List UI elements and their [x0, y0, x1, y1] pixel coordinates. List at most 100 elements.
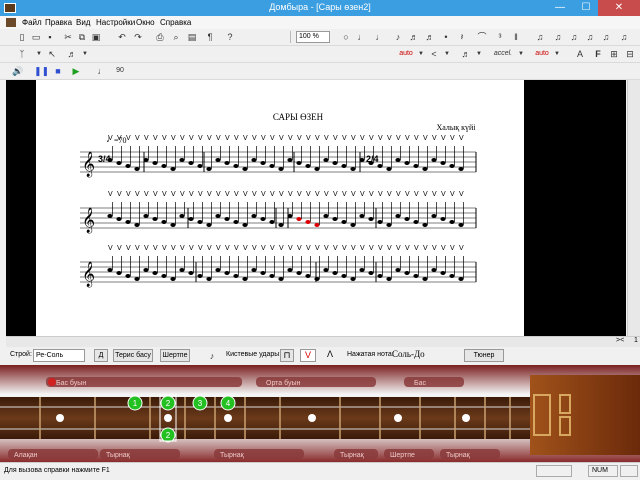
stroke-mark-icon: V — [144, 245, 149, 252]
score-page: САРЫ ӨЗЕН Халық күйі ♩ =70 𝄞 V V V V V V V V V V V V… — [36, 80, 524, 336]
open-icon[interactable]: ▭ — [30, 31, 42, 43]
stroke-up-icon[interactable]: V — [300, 349, 316, 362]
grid-icon[interactable]: ⊞ — [608, 48, 620, 60]
hairpin-icon[interactable]: < — [428, 48, 440, 60]
accel-button[interactable]: accel. — [490, 48, 516, 60]
paste-icon[interactable]: ▣ — [90, 31, 102, 43]
eighth-note-icon[interactable]: ♪ — [392, 31, 404, 43]
staff-icon[interactable]: ♬ — [66, 48, 78, 60]
arrow-icon[interactable]: ↖ — [46, 48, 58, 60]
stroke-mark-icon: V — [279, 245, 284, 252]
zoom-select[interactable]: 100 % — [296, 31, 330, 43]
note-head — [143, 158, 149, 162]
note-head — [404, 217, 410, 221]
whole-note-icon[interactable]: ○ — [340, 31, 352, 43]
chevron-down-icon[interactable]: ▼ — [36, 48, 42, 60]
pause-playback-icon[interactable]: ❚❚ — [34, 65, 49, 77]
help-icon[interactable]: ? — [224, 31, 236, 43]
dot-icon[interactable]: • — [440, 31, 452, 43]
stroke-mark-icon: V — [261, 245, 266, 252]
stroke-mark-icon: V — [369, 135, 374, 142]
print-preview-icon[interactable]: ⌕ — [170, 31, 182, 43]
instrument-controls: Строй: Ре-Соль Д Терис басу Шертпе ♪ Кис… — [0, 347, 640, 365]
menu-help[interactable]: Справка — [160, 18, 191, 27]
tremolo-icon[interactable]: ♬ — [460, 48, 472, 60]
teris-basu-button[interactable]: Терис басу — [113, 349, 153, 362]
stroke-mark-icon: V — [216, 245, 221, 252]
layout-icon[interactable]: ⊟ — [624, 48, 636, 60]
stroke-mark-icon: V — [180, 245, 185, 252]
horizontal-scrollbar[interactable]: >< 1 — [6, 336, 640, 347]
pause-icon[interactable]: ‖ — [510, 31, 522, 43]
stroke-mark-icon: V — [342, 191, 347, 198]
menu-view[interactable]: Вид — [76, 18, 90, 27]
scroll-pos: 1 — [634, 337, 638, 344]
menu-window[interactable]: Окно — [136, 18, 155, 27]
play-icon[interactable]: ▶ — [70, 65, 82, 77]
speaker-icon[interactable]: 🔊 — [12, 65, 24, 77]
stroke-region-label: Алақан — [14, 452, 38, 459]
minimize-button[interactable]: — — [547, 0, 573, 16]
rest-icon[interactable]: 𝄽 — [456, 31, 468, 43]
sixteenth-note-icon[interactable]: ♬ — [408, 31, 420, 43]
stroke-mark-icon: V — [387, 245, 392, 252]
note-style-icon[interactable]: ♫ — [568, 31, 580, 43]
d-button[interactable]: Д — [94, 349, 108, 362]
app-menu-icon[interactable] — [6, 18, 16, 27]
triplet-icon[interactable]: ³ — [494, 31, 506, 43]
note-style-icon[interactable]: ♫ — [552, 31, 564, 43]
stroke-mark-icon: V — [171, 135, 176, 142]
export-icon[interactable]: ▤ — [186, 31, 198, 43]
stroke-down-icon[interactable]: ⊓ — [280, 349, 294, 362]
chevron-down-icon[interactable]: ▼ — [418, 48, 424, 60]
half-note-icon[interactable]: ♩ — [356, 31, 368, 43]
stroke-caret-icon[interactable]: Λ — [322, 349, 338, 362]
note-head — [422, 167, 428, 171]
save-icon[interactable]: ▪ — [44, 31, 56, 43]
menu-file[interactable]: Файл — [22, 18, 42, 27]
auto-tempo-button[interactable]: auto — [532, 48, 552, 60]
cut-icon[interactable]: ✂ — [62, 31, 74, 43]
thirty-second-note-icon[interactable]: ♬ — [424, 31, 436, 43]
tempo-value[interactable]: 90 — [112, 65, 128, 77]
note-head — [332, 161, 338, 165]
tuner-button[interactable]: Тюнер — [464, 349, 504, 362]
vertical-scrollbar[interactable] — [627, 80, 640, 336]
shertpe-button[interactable]: Шертпе — [160, 349, 190, 362]
maximize-button[interactable]: ☐ — [573, 0, 599, 16]
tie-icon[interactable]: ⌒ — [476, 31, 488, 43]
tuning-select[interactable]: Ре-Соль — [33, 349, 85, 362]
forte-button[interactable]: F — [592, 48, 604, 60]
paragraph-icon[interactable]: ¶ — [204, 31, 216, 43]
menu-edit[interactable]: Правка — [45, 18, 72, 27]
copy-icon[interactable]: ⧉ — [76, 31, 88, 43]
print-icon[interactable]: ⎙ — [154, 31, 166, 43]
chord-icon[interactable]: ᛉ — [16, 48, 28, 60]
stroke-mark-icon: V — [378, 245, 383, 252]
stop-icon[interactable]: ■ — [52, 65, 64, 77]
note-head — [377, 164, 383, 168]
chevron-down-icon[interactable]: ▼ — [444, 48, 450, 60]
quarter-note-icon[interactable]: ♩ — [374, 31, 386, 43]
note-style-icon[interactable]: ♫ — [584, 31, 596, 43]
scroll-nav-icon[interactable]: >< — [616, 337, 624, 344]
note-style-icon[interactable]: ♫ — [618, 31, 630, 43]
note-head — [413, 274, 419, 278]
redo-icon[interactable]: ↷ — [132, 31, 144, 43]
chevron-down-icon[interactable]: ▼ — [518, 48, 524, 60]
undo-icon[interactable]: ↶ — [116, 31, 128, 43]
stroke-mark-icon: V — [135, 135, 140, 142]
menu-settings[interactable]: Настройки — [96, 18, 135, 27]
chevron-down-icon[interactable]: ▼ — [82, 48, 88, 60]
auto-dynamics-button[interactable]: auto — [396, 48, 416, 60]
stroke-mark-icon: V — [387, 191, 392, 198]
note-style-icon[interactable]: ♫ — [600, 31, 612, 43]
chevron-down-icon[interactable]: ▼ — [476, 48, 482, 60]
stroke-mark-icon: V — [423, 191, 428, 198]
note-style-icon[interactable]: ♫ — [534, 31, 546, 43]
new-icon[interactable]: ▯ — [16, 31, 28, 43]
font-a-button[interactable]: A — [574, 48, 586, 60]
stroke-mark-icon: V — [306, 245, 311, 252]
close-button[interactable]: ✕ — [598, 0, 640, 16]
chevron-down-icon[interactable]: ▼ — [554, 48, 560, 60]
